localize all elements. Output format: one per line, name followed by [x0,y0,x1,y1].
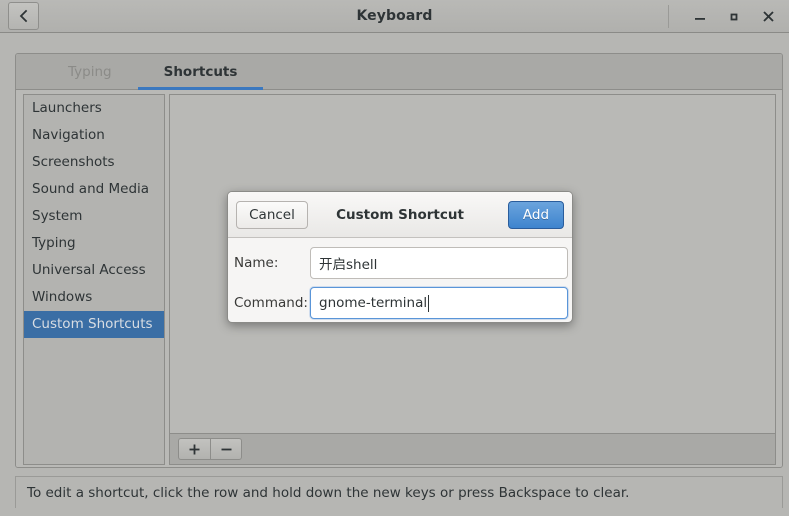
custom-shortcut-dialog: Cancel Custom Shortcut Add Name: 开启shell… [227,191,573,323]
name-input-value: 开启shell [319,257,378,273]
titlebar: Keyboard [0,0,789,33]
command-input[interactable]: gnome-terminal [310,287,568,319]
sidebar-item-windows[interactable]: Windows [24,284,164,311]
sidebar-item-label: Screenshots [32,154,115,170]
dialog-header: Cancel Custom Shortcut Add [228,192,572,238]
window-controls [668,0,785,33]
minimize-icon [693,10,707,24]
name-field-row: Name: 开启shell [228,247,572,279]
sidebar-item-screenshots[interactable]: Screenshots [24,149,164,176]
maximize-icon [727,10,741,24]
sidebar-item-label: Windows [32,289,93,305]
sidebar-item-sound-and-media[interactable]: Sound and Media [24,176,164,203]
sidebar-item-universal-access[interactable]: Universal Access [24,257,164,284]
shortcut-list-toolbar [169,434,776,465]
status-bar-text: To edit a shortcut, click the row and ho… [27,484,630,501]
plus-icon [188,443,201,456]
tab-shortcuts-label: Shortcuts [163,63,238,80]
tab-typing-label: Typing [68,63,112,80]
dialog-body: Name: 开启shell Command: gnome-terminal [228,238,572,322]
remove-shortcut-button[interactable] [210,438,242,460]
minus-icon [220,443,233,456]
sidebar-item-label: Sound and Media [32,181,150,197]
sidebar-item-label: Universal Access [32,262,146,278]
command-field-label: Command: [234,295,308,311]
minimize-button[interactable] [683,0,717,33]
command-field-row: Command: gnome-terminal [228,287,572,319]
sidebar-item-typing[interactable]: Typing [24,230,164,257]
add-button-label: Add [522,207,550,223]
keyboard-settings-window: Keyboard Typing Shortcuts Launchers Navi… [0,0,789,516]
tab-bar: Typing Shortcuts [16,54,782,90]
command-input-value: gnome-terminal [319,295,428,311]
name-input[interactable]: 开启shell [310,247,568,279]
status-bar: To edit a shortcut, click the row and ho… [15,476,783,508]
sidebar-item-label: Custom Shortcuts [32,316,153,332]
name-field-label: Name: [234,255,279,271]
shortcut-category-list[interactable]: Launchers Navigation Screenshots Sound a… [23,94,165,465]
sidebar-item-label: System [32,208,83,224]
maximize-button[interactable] [717,0,751,33]
sidebar-item-launchers[interactable]: Launchers [24,95,164,122]
tab-shortcuts[interactable]: Shortcuts [137,54,264,90]
titlebar-separator [668,5,669,28]
sidebar-item-system[interactable]: System [24,203,164,230]
close-icon [761,9,776,24]
sidebar-item-navigation[interactable]: Navigation [24,122,164,149]
text-cursor [428,294,430,312]
sidebar-item-custom-shortcuts[interactable]: Custom Shortcuts [24,311,164,338]
sidebar-item-label: Typing [32,235,76,251]
add-remove-button-group [178,438,242,460]
add-button[interactable]: Add [508,201,564,229]
sidebar-item-label: Navigation [32,127,105,143]
sidebar-item-label: Launchers [32,100,102,116]
close-button[interactable] [751,0,785,33]
add-shortcut-button[interactable] [178,438,210,460]
tab-typing[interactable]: Typing [42,54,138,89]
